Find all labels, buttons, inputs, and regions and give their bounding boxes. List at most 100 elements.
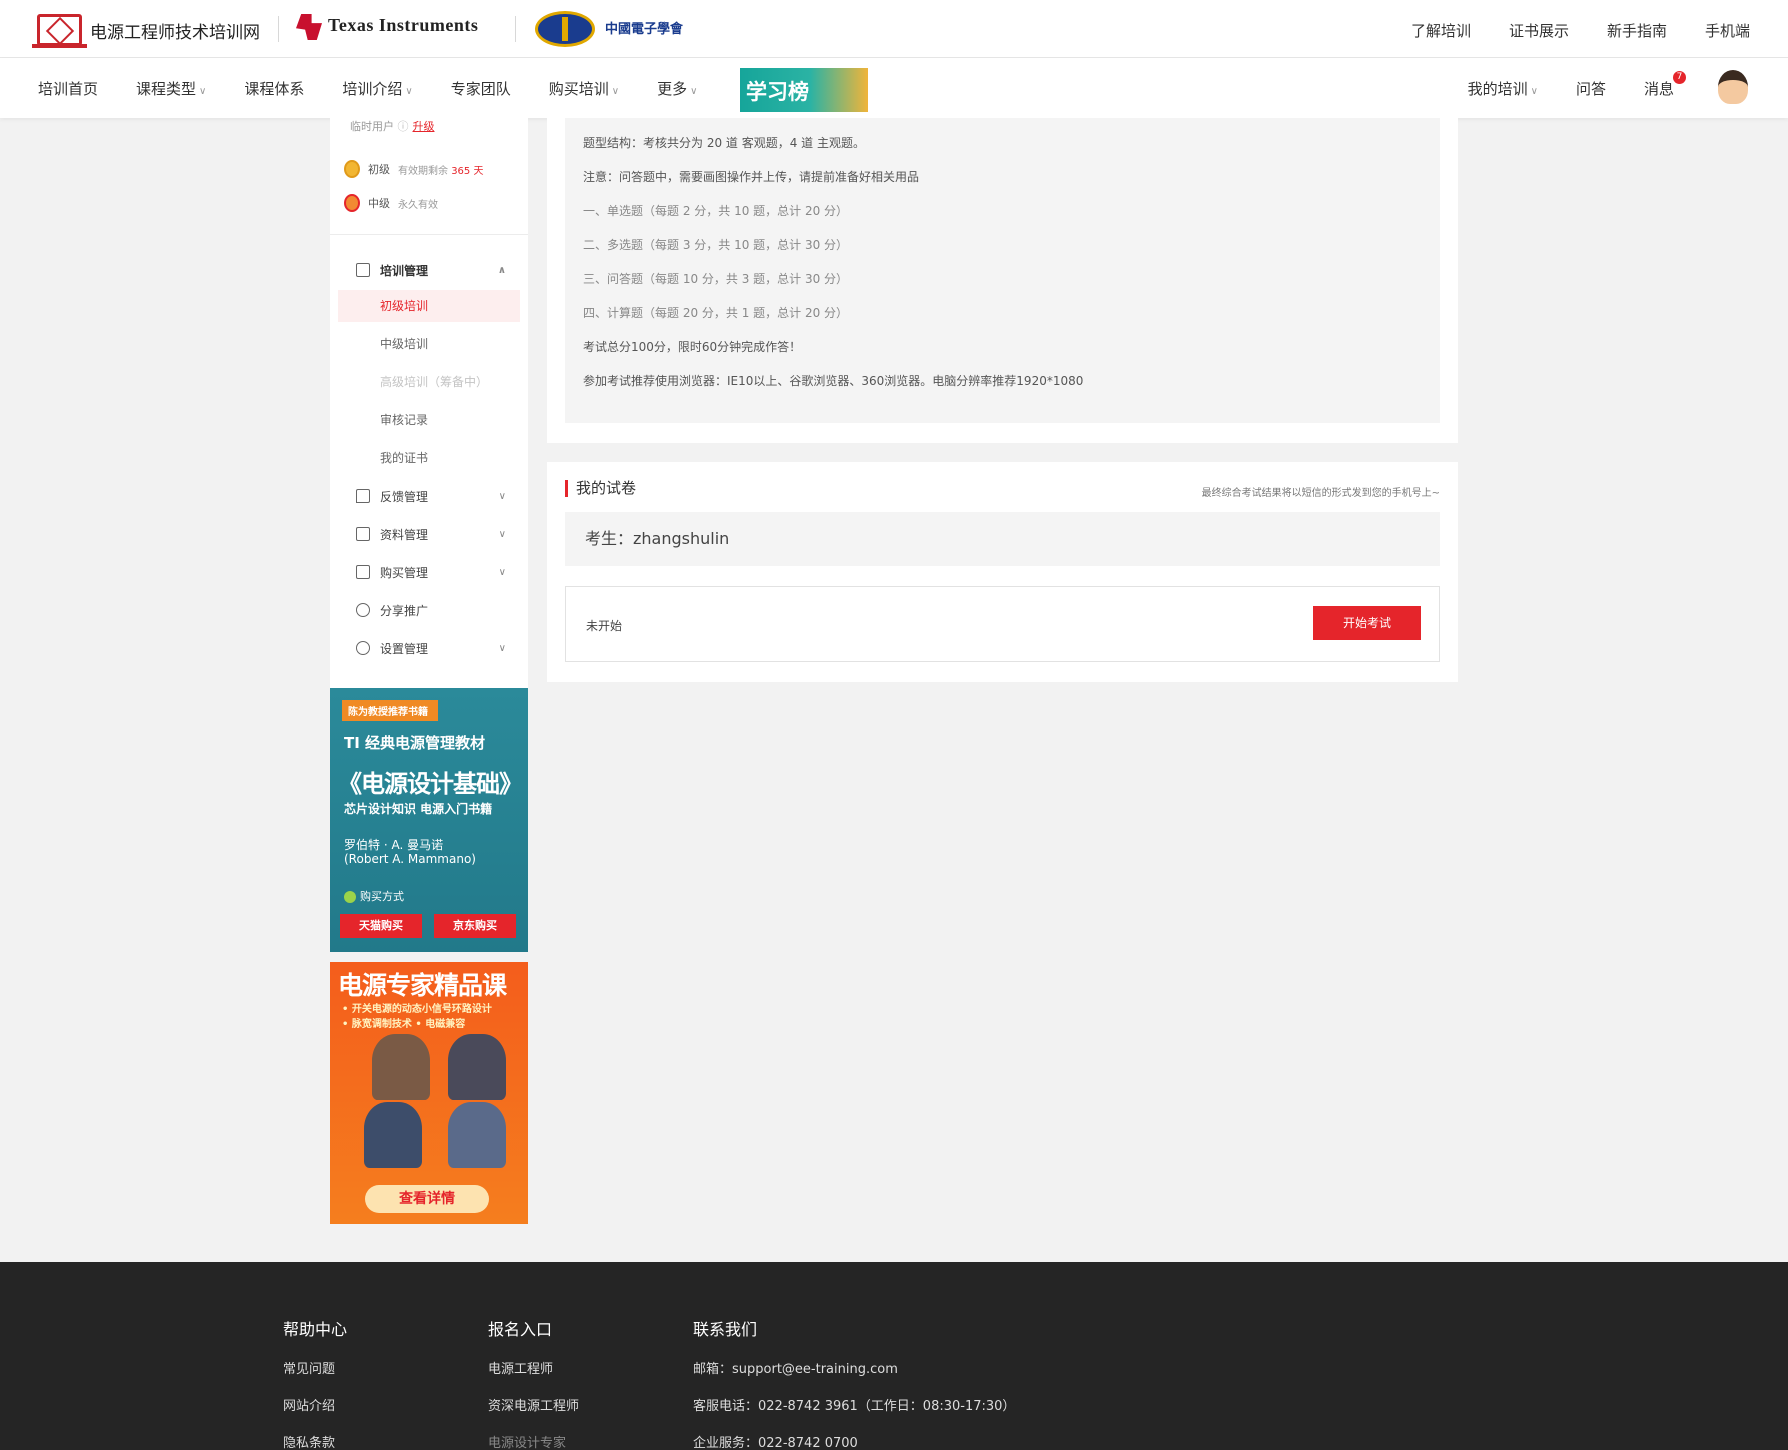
level-days: 365	[451, 165, 471, 177]
menu-purchase-management[interactable]: 购买管理 ∨	[330, 556, 528, 588]
top-link-guide[interactable]: 新手指南	[1607, 20, 1667, 41]
footer-link-faq[interactable]: 常见问题	[283, 1358, 347, 1395]
site-logo-icon[interactable]	[37, 14, 82, 46]
level-validity-prefix: 有效期剩余	[398, 165, 448, 177]
nav-item-course-types[interactable]: 课程类型 ∨	[136, 78, 206, 99]
cie-logo-icon[interactable]	[535, 11, 595, 47]
nav-item-curriculum[interactable]: 课程体系	[244, 78, 304, 99]
expert-photo	[448, 1034, 506, 1100]
section-note: 最终综合考试结果将以短信的形式发到您的手机号上~	[1201, 488, 1440, 499]
nav-item-label: 购买培训	[548, 80, 609, 98]
footer-link-privacy[interactable]: 隐私条款	[283, 1432, 347, 1450]
footer-enterprise: 企业服务：022-8742 0700	[693, 1436, 858, 1450]
footer-link-about[interactable]: 网站介绍	[283, 1395, 347, 1432]
ad-title: 《电源设计基础》	[338, 770, 523, 798]
study-ranking-banner[interactable]: 学习榜	[740, 68, 868, 112]
top-header: 电源工程师技术培训网 Texas Instruments 中國電子學會 了解培训…	[0, 0, 1788, 58]
grid-icon	[356, 263, 370, 277]
menu-feedback-management[interactable]: 反馈管理 ∨	[330, 480, 528, 512]
ad-bullet: • 开关电源的动态小信号环路设计	[342, 1004, 492, 1015]
chevron-down-icon: ∨	[1530, 86, 1538, 97]
upgrade-link[interactable]: 升级	[413, 120, 435, 133]
exam-status: 未开始	[586, 619, 623, 633]
ad-subtitle: 芯片设计知识 电源入门书籍	[344, 802, 493, 816]
ad-bullet: • 脉宽调制技术 • 电磁兼容	[342, 1019, 466, 1030]
level-validity: 永久有效	[398, 199, 438, 211]
medal-icon	[344, 194, 360, 212]
comment-icon	[356, 489, 370, 503]
top-link-mobile[interactable]: 手机端	[1705, 20, 1750, 41]
sidebar-divider	[330, 234, 528, 235]
level-row-intermediate: 中级 永久有效	[344, 194, 438, 212]
course-ad-banner[interactable]: 电源专家精品课 • 开关电源的动态小信号环路设计 • 脉宽调制技术 • 电磁兼容…	[330, 962, 528, 1224]
share-icon	[356, 603, 370, 617]
level-days-unit: 天	[473, 165, 484, 177]
sidebar: 临时用户 ⓘ 升级 初级 有效期剩余 365 天 中级 永久有效 培训管理 ∧ 初…	[330, 118, 528, 692]
sidebar-item-review-records[interactable]: 审核记录	[338, 404, 520, 436]
footer-heading: 报名入口	[488, 1320, 553, 1339]
chevron-up-icon: ∧	[497, 264, 506, 276]
nav-item-label: 消息	[1643, 80, 1674, 98]
divider	[278, 16, 279, 42]
level-name: 初级	[368, 163, 390, 176]
chevron-down-icon: ∨	[498, 642, 506, 654]
nav-item-more[interactable]: 更多 ∨	[657, 78, 697, 99]
top-link-certificates[interactable]: 证书展示	[1509, 20, 1569, 41]
footer-link-design-expert[interactable]: 电源设计专家	[488, 1432, 579, 1450]
expert-photo	[364, 1102, 422, 1168]
nav-item-training-intro[interactable]: 培训介绍 ∨	[342, 78, 412, 99]
nav-item-experts[interactable]: 专家团队	[451, 78, 511, 99]
footer-phone: 客服电话：022-8742 3961（工作日：08:30-17:30）	[693, 1399, 1016, 1414]
footer-link-senior-engineer[interactable]: 资深电源工程师	[488, 1395, 579, 1432]
user-type: 临时用户	[350, 120, 394, 133]
footer-signup-column: 报名入口 电源工程师 资深电源工程师 电源设计专家	[488, 1316, 579, 1450]
menu-training-management[interactable]: 培训管理 ∧	[330, 254, 528, 286]
chevron-down-icon: ∨	[690, 86, 698, 97]
chevron-down-icon: ∨	[611, 86, 620, 97]
chevron-down-icon: ∨	[498, 528, 506, 540]
top-links: 了解培训 证书展示 新手指南 手机端	[1411, 20, 1750, 41]
nav-item-label: 更多	[657, 80, 688, 98]
exam-note: 注意：问答题中，需要画图操作并上传，请提前准备好相关用品	[583, 170, 920, 184]
avatar[interactable]	[1718, 70, 1748, 104]
menu-settings-management[interactable]: 设置管理 ∨	[330, 632, 528, 664]
nav-item-home[interactable]: 培训首页	[38, 78, 98, 99]
site-name[interactable]: 电源工程师技术培训网	[90, 18, 260, 43]
info-icon: ⓘ	[397, 120, 409, 133]
nav-item-label: 专家团队	[450, 80, 511, 98]
book-ad-banner[interactable]: 陈为教授推荐书籍 TI 经典电源管理教材 《电源设计基础》 芯片设计知识 电源入…	[330, 688, 528, 952]
nav-item-buy-training[interactable]: 购买培训 ∨	[549, 78, 619, 99]
medal-icon	[344, 160, 360, 178]
level-validity: 有效期剩余 365 天	[398, 162, 483, 177]
tmall-buy-button[interactable]: 天猫购买	[340, 914, 422, 938]
sidebar-item-intermediate-training[interactable]: 中级培训	[338, 328, 520, 360]
main-nav: 培训首页 课程类型 ∨ 课程体系 培训介绍 ∨ 专家团队 购买培训 ∨ 更多 ∨ 学习榜…	[0, 58, 1788, 118]
chevron-down-icon: ∨	[199, 86, 207, 97]
nav-qa[interactable]: 问答	[1576, 78, 1606, 99]
nav-item-label: 课程类型	[136, 80, 197, 98]
ti-logo[interactable]: Texas Instruments	[296, 14, 478, 40]
sidebar-item-my-certificates[interactable]: 我的证书	[338, 442, 520, 474]
footer-help-column: 帮助中心 常见问题 网站介绍 隐私条款	[283, 1316, 347, 1450]
nav-item-label: 培训首页	[38, 80, 99, 98]
document-icon	[356, 527, 370, 541]
exam-total: 考试总分100分，限时60分钟完成作答！	[583, 340, 802, 354]
exam-structure: 题型结构：考核共分为 20 道 客观题，4 道 主观题。	[583, 136, 865, 150]
nav-right: 我的培训 ∨ 问答 消息 7	[1468, 71, 1748, 99]
footer-heading: 帮助中心	[283, 1320, 348, 1339]
menu-materials-management[interactable]: 资料管理 ∨	[330, 518, 528, 550]
nav-my-training[interactable]: 我的培训 ∨	[1468, 78, 1538, 99]
menu-share-promotion[interactable]: 分享推广	[330, 594, 528, 626]
ad-tag: 陈为教授推荐书籍	[342, 700, 438, 721]
view-details-button[interactable]: 查看详情	[365, 1185, 489, 1213]
nav-messages[interactable]: 消息 7	[1643, 71, 1686, 99]
top-link-about[interactable]: 了解培训	[1411, 20, 1471, 41]
chevron-down-icon: ∨	[498, 490, 506, 502]
start-exam-button[interactable]: 开始考试	[1313, 606, 1421, 640]
jd-buy-button[interactable]: 京东购买	[434, 914, 516, 938]
ad-title: 电源专家精品课	[338, 971, 507, 1000]
footer-link-engineer[interactable]: 电源工程师	[488, 1358, 579, 1395]
exam-section: 二、多选题（每题 3 分，共 10 题，总计 30 分）	[583, 238, 849, 252]
sidebar-item-basic-training[interactable]: 初级培训	[338, 290, 520, 322]
ad-buy-label: 购买方式	[344, 888, 404, 904]
